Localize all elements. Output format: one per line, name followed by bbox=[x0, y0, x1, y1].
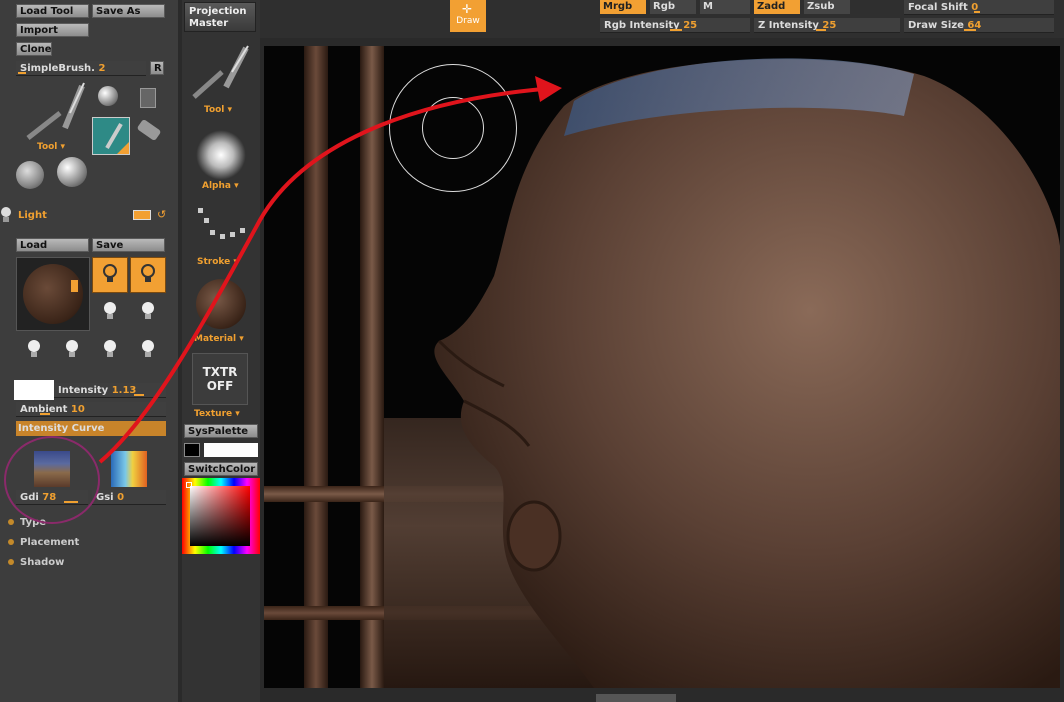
tool-brush-thumb[interactable] bbox=[20, 78, 90, 148]
material-icon[interactable] bbox=[196, 279, 246, 329]
tool-current-icon[interactable] bbox=[188, 42, 254, 102]
light-slot-7[interactable] bbox=[102, 339, 118, 359]
chevron-down-icon: ▾ bbox=[60, 142, 66, 152]
z-intensity-slider[interactable]: Z Intensity 25 bbox=[754, 18, 900, 33]
cylinder3d-icon[interactable] bbox=[16, 161, 44, 189]
txtr-off-button[interactable]: TXTR OFF bbox=[192, 353, 248, 405]
zsub-button[interactable]: Zsub bbox=[804, 0, 850, 14]
mrgb-button[interactable]: Mrgb bbox=[600, 0, 646, 14]
bottom-strip bbox=[260, 690, 1064, 702]
light-bulb-icon bbox=[0, 206, 12, 224]
main-color-swatch[interactable] bbox=[204, 443, 258, 457]
load-tool-button[interactable]: Load Tool bbox=[16, 4, 89, 18]
sphere-icon[interactable] bbox=[98, 86, 118, 106]
r-button[interactable]: R bbox=[150, 61, 164, 75]
rgb-intensity-slider[interactable]: Rgb Intensity 25 bbox=[600, 18, 750, 33]
simplebrush-tool-icon[interactable] bbox=[92, 117, 130, 155]
shadow-section[interactable]: Shadow bbox=[8, 557, 64, 568]
draw-size-label: Draw Size bbox=[908, 20, 964, 31]
layers-icon[interactable] bbox=[140, 88, 156, 108]
light-load-button[interactable]: Load bbox=[16, 238, 89, 252]
light-slot-4[interactable] bbox=[140, 301, 156, 321]
brush-cursor-inner bbox=[422, 97, 484, 159]
reset-icon[interactable]: ↺ bbox=[157, 208, 166, 221]
placement-section[interactable]: Placement bbox=[8, 537, 79, 548]
switchcolor-button[interactable]: SwitchColor bbox=[184, 462, 258, 476]
light-preview[interactable] bbox=[16, 257, 90, 331]
gsi-label: Gsi bbox=[96, 492, 114, 503]
import-button[interactable]: Import bbox=[16, 23, 89, 37]
light-slot-2[interactable] bbox=[130, 257, 166, 293]
gdi-label: Gdi bbox=[20, 492, 39, 503]
save-as-button[interactable]: Save As bbox=[92, 4, 165, 18]
syspalette-button[interactable]: SysPalette bbox=[184, 424, 258, 438]
intensity-value: 1.13 bbox=[111, 385, 137, 396]
light-save-button[interactable]: Save bbox=[92, 238, 165, 252]
rgb-intensity-label: Rgb Intensity bbox=[604, 20, 680, 31]
alpha-icon[interactable] bbox=[196, 130, 246, 180]
brush-slider-label: SimpleBrush. bbox=[20, 63, 95, 74]
stroke-icon[interactable] bbox=[196, 206, 246, 248]
focal-shift-label: Focal Shift bbox=[908, 2, 968, 13]
sphere3d-icon[interactable] bbox=[57, 157, 87, 187]
light-slot-5[interactable] bbox=[26, 339, 42, 359]
gsi-texture-thumb[interactable] bbox=[111, 451, 147, 487]
tool-label[interactable]: Tool ▾ bbox=[37, 142, 65, 152]
rgb-button[interactable]: Rgb bbox=[650, 0, 696, 14]
gdi-slider[interactable]: Gdi 78 bbox=[16, 490, 88, 505]
stroke-menu-label[interactable]: Stroke ▾ bbox=[197, 257, 238, 267]
intensity-slider[interactable]: Intensity 1.13 bbox=[54, 383, 166, 398]
material-menu-label[interactable]: Material ▾ bbox=[194, 334, 244, 344]
light-title[interactable]: Light bbox=[18, 210, 47, 221]
draw-size-slider[interactable]: Draw Size 64 bbox=[904, 18, 1054, 33]
top-toolbar: ✛ Draw Mrgb Rgb M Zadd Zsub Focal Shift … bbox=[260, 0, 1064, 38]
clone-button[interactable]: Clone bbox=[16, 42, 52, 56]
gsi-slider[interactable]: Gsi 0 bbox=[92, 490, 166, 505]
gdi-value: 78 bbox=[42, 492, 57, 503]
canvas-viewport[interactable] bbox=[264, 46, 1060, 688]
type-section[interactable]: Type bbox=[8, 517, 46, 528]
light-slot-8[interactable] bbox=[140, 339, 156, 359]
draw-button[interactable]: ✛ Draw bbox=[450, 0, 486, 32]
light-menu-toggle[interactable] bbox=[133, 210, 151, 220]
chevron-down-icon: ▾ bbox=[227, 105, 233, 115]
intensity-curve-button[interactable]: Intensity Curve bbox=[16, 421, 166, 436]
projection-master-button[interactable]: Projection Master bbox=[184, 2, 256, 32]
focal-shift-slider[interactable]: Focal Shift 0 bbox=[904, 0, 1054, 15]
light-slot-6[interactable] bbox=[64, 339, 80, 359]
light-slot-1[interactable] bbox=[92, 257, 128, 293]
head-model bbox=[434, 58, 1060, 688]
left-panel: Load Tool Save As Import Clone SimpleBru… bbox=[0, 0, 178, 702]
texture-menu-label[interactable]: Texture ▾ bbox=[194, 409, 240, 419]
gdi-texture-thumb[interactable] bbox=[34, 451, 70, 487]
brush-slider[interactable]: SimpleBrush. 2 bbox=[16, 61, 146, 76]
alpha-menu-label[interactable]: Alpha ▾ bbox=[202, 181, 239, 191]
color-picker[interactable] bbox=[182, 478, 260, 554]
ambient-value: 10 bbox=[70, 404, 85, 415]
m-button[interactable]: M bbox=[700, 0, 750, 14]
middle-panel: Projection Master Tool ▾ Alpha ▾ Stroke … bbox=[182, 0, 260, 702]
ambient-slider[interactable]: Ambient 10 bbox=[16, 402, 166, 417]
gsi-value: 0 bbox=[117, 492, 125, 503]
chevron-down-icon: ▾ bbox=[234, 181, 239, 191]
chevron-down-icon: ▾ bbox=[235, 409, 240, 419]
z-intensity-label: Z Intensity bbox=[758, 20, 819, 31]
cylinder-icon[interactable] bbox=[136, 118, 162, 142]
tool-menu-label[interactable]: Tool ▾ bbox=[204, 105, 232, 115]
chevron-down-icon: ▾ bbox=[239, 334, 244, 344]
zadd-button[interactable]: Zadd bbox=[754, 0, 800, 14]
rgb-intensity-value: 25 bbox=[683, 20, 698, 31]
light-slot-3[interactable] bbox=[102, 301, 118, 321]
light-color-swatch[interactable] bbox=[14, 380, 54, 400]
secondary-color-swatch[interactable] bbox=[184, 443, 200, 457]
chevron-down-icon: ▾ bbox=[233, 257, 238, 267]
brush-slider-value: 2 bbox=[98, 63, 106, 74]
intensity-label: Intensity bbox=[58, 385, 109, 396]
draw-crosshair-icon: ✛ bbox=[462, 2, 473, 16]
bottom-scroll-handle[interactable] bbox=[596, 694, 676, 702]
